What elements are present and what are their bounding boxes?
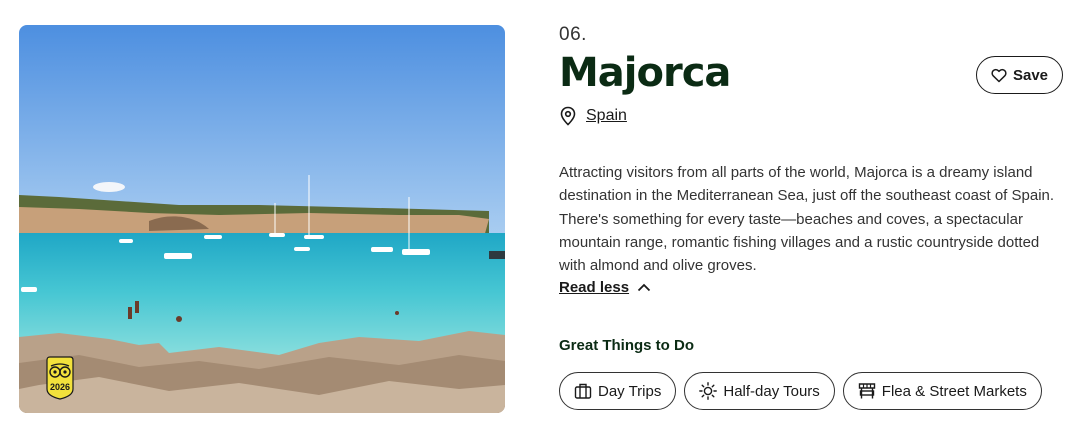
save-button[interactable]: Save bbox=[976, 56, 1063, 94]
chip-flea-street-markets[interactable]: Flea & Street Markets bbox=[842, 372, 1042, 410]
chip-label: Day Trips bbox=[598, 382, 662, 400]
chip-label: Flea & Street Markets bbox=[881, 382, 1027, 400]
market-stall-icon bbox=[858, 383, 875, 399]
things-to-do-heading: Great Things to Do bbox=[559, 337, 694, 354]
heart-icon bbox=[991, 68, 1007, 82]
destination-location: Spain bbox=[559, 106, 1064, 126]
read-less-link[interactable]: Read less bbox=[559, 279, 651, 296]
sun-icon bbox=[699, 382, 718, 400]
chip-label: Half-day Tours bbox=[723, 382, 820, 400]
country-link[interactable]: Spain bbox=[586, 107, 627, 125]
location-pin-icon bbox=[560, 106, 576, 126]
chip-half-day-tours[interactable]: Half-day Tours bbox=[684, 372, 835, 410]
beach-illustration bbox=[19, 25, 505, 413]
read-less-label: Read less bbox=[559, 279, 630, 296]
award-year: 2026 bbox=[50, 382, 70, 392]
things-to-do-chips: Day Trips Half-day Tours Flea & Street M… bbox=[559, 372, 1042, 410]
suitcase-icon bbox=[574, 383, 592, 399]
chip-day-trips[interactable]: Day Trips bbox=[559, 372, 677, 410]
destination-rank: 06. bbox=[559, 24, 587, 45]
save-button-label: Save bbox=[1012, 66, 1049, 84]
chevron-up-icon bbox=[637, 283, 651, 292]
award-badge-icon: 2026 bbox=[46, 356, 74, 400]
destination-description: Attracting visitors from all parts of th… bbox=[559, 164, 1055, 275]
destination-photo[interactable]: 2026 bbox=[19, 25, 505, 413]
